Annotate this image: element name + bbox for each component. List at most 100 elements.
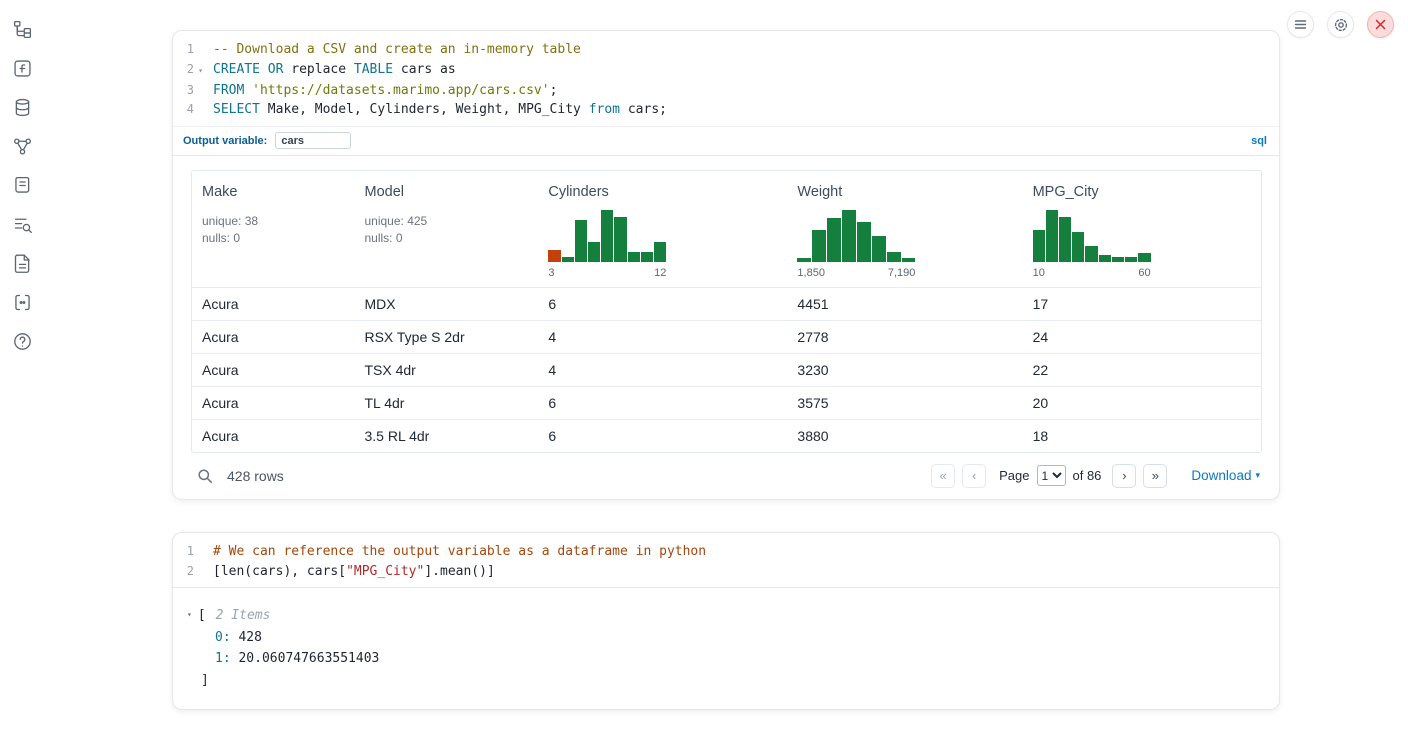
table-cell: 18 (1023, 419, 1261, 452)
column-header[interactable]: MPG_City 1060 (1023, 171, 1261, 288)
table-cell: 24 (1023, 320, 1261, 353)
column-name: Model (364, 184, 530, 200)
code-line: 3 FROM 'https://datasets.marimo.app/cars.… (173, 81, 1279, 101)
histogram-bar[interactable] (1085, 246, 1097, 262)
column-name: MPG_City (1033, 184, 1253, 200)
line-number: 3 (173, 81, 194, 101)
line-number: 4 (173, 100, 194, 120)
table-row[interactable]: AcuraTSX 4dr4323022 (192, 353, 1261, 386)
output-variable-input[interactable] (275, 132, 351, 149)
histogram-bar[interactable] (575, 220, 587, 262)
line-number: 1 (173, 542, 194, 562)
histogram-bars (797, 210, 915, 262)
search-button[interactable] (197, 468, 213, 484)
line-number: 1 (173, 40, 194, 60)
table-row[interactable]: AcuraMDX6445117 (192, 287, 1261, 320)
histogram-bar[interactable] (1138, 253, 1150, 262)
table-cell: 3230 (787, 353, 1022, 386)
shutdown-button[interactable] (1367, 11, 1394, 38)
language-badge: sql (1251, 135, 1267, 147)
histogram-bar[interactable] (1112, 257, 1124, 262)
histogram-axis-labels: 1060 (1033, 267, 1151, 279)
table-row[interactable]: AcuraTL 4dr6357520 (192, 386, 1261, 419)
table-cell: 4 (538, 353, 787, 386)
last-page-button[interactable]: » (1143, 464, 1167, 488)
code-text: FROM 'https://datasets.marimo.app/cars.c… (207, 81, 557, 101)
close-bracket: ] (187, 670, 1263, 692)
histogram-bar[interactable] (641, 252, 653, 262)
page-select[interactable]: 1 (1037, 465, 1066, 486)
histogram-bar[interactable] (812, 230, 826, 262)
histogram-bar[interactable] (827, 218, 841, 262)
documentation-icon[interactable] (9, 250, 35, 276)
dependencies-icon[interactable] (9, 133, 35, 159)
column-header[interactable]: Weight1,8507,190 (787, 171, 1022, 288)
table-cell: 3575 (787, 386, 1022, 419)
download-label: Download (1191, 468, 1251, 483)
next-page-button[interactable]: › (1112, 464, 1136, 488)
pagination: « ‹ Page 1 of 86 › » (931, 464, 1167, 488)
column-stats: unique: 38nulls: 0 (202, 213, 346, 247)
table-row[interactable]: AcuraRSX Type S 2dr4277824 (192, 320, 1261, 353)
histogram-bar[interactable] (601, 210, 613, 262)
python-cell: 1 # We can reference the output variable … (172, 532, 1280, 710)
help-icon[interactable] (9, 328, 35, 354)
sql-cell-footer: Output variable: sql (173, 126, 1279, 156)
outline-icon[interactable] (9, 172, 35, 198)
python-cell-output: ▾[2 Items0: 4281: 20.060747663551403] (173, 587, 1279, 709)
column-name: Weight (797, 184, 1014, 200)
table-cell: 17 (1023, 287, 1261, 320)
code-text: [len(cars), cars["MPG_City"].mean()] (207, 562, 495, 582)
snippets-icon[interactable] (9, 289, 35, 315)
histogram-bar[interactable] (1059, 217, 1071, 262)
histogram-bar[interactable] (654, 242, 666, 262)
code-line: 1-- Download a CSV and create an in-memo… (173, 40, 1279, 60)
download-button[interactable]: Download ▾ (1191, 468, 1260, 483)
column-header[interactable]: Makeunique: 38nulls: 0 (192, 171, 354, 288)
datasources-icon[interactable] (9, 94, 35, 120)
histogram-bar[interactable] (842, 210, 856, 262)
code-text: # We can reference the output variable a… (207, 542, 706, 562)
column-header[interactable]: Cylinders312 (538, 171, 787, 288)
histogram-bar[interactable] (887, 252, 901, 262)
column-name: Cylinders (548, 184, 779, 200)
settings-button[interactable] (1327, 11, 1354, 38)
first-page-button[interactable]: « (931, 464, 955, 488)
histogram-bar[interactable] (1072, 232, 1084, 262)
file-explorer-icon[interactable] (9, 16, 35, 42)
histogram-bar[interactable] (1046, 210, 1058, 262)
histogram-bar[interactable] (1099, 255, 1111, 262)
histogram-bar[interactable] (857, 222, 871, 262)
table-cell: 4451 (787, 287, 1022, 320)
fold-gutter (194, 100, 207, 120)
tree-root-row: ▾[2 Items (187, 604, 1263, 627)
histogram-bar[interactable] (548, 250, 560, 262)
fold-chevron-icon[interactable]: ▾ (194, 60, 207, 81)
histogram-bar[interactable] (562, 257, 574, 262)
variables-icon[interactable] (9, 55, 35, 81)
histogram-bar[interactable] (797, 258, 811, 262)
table-cell: Acura (192, 386, 354, 419)
table-cell: 3.5 RL 4dr (354, 419, 538, 452)
histogram-bar[interactable] (1125, 257, 1137, 262)
page-total-label: of 86 (1073, 468, 1102, 483)
column-header[interactable]: Modelunique: 425nulls: 0 (354, 171, 538, 288)
menu-button[interactable] (1287, 11, 1314, 38)
histogram-bar[interactable] (902, 258, 916, 262)
tree-collapse-icon[interactable]: ▾ (187, 610, 192, 619)
histogram-bar[interactable] (614, 217, 626, 262)
histogram-bar[interactable] (628, 252, 640, 262)
python-editor[interactable]: 1 # We can reference the output variable … (173, 533, 1279, 587)
histogram-bar[interactable] (872, 236, 886, 262)
table-row[interactable]: Acura3.5 RL 4dr6388018 (192, 419, 1261, 452)
prev-page-button[interactable]: ‹ (962, 464, 986, 488)
tree-item: 0: 428 (187, 627, 1263, 649)
last-page-icon: » (1152, 469, 1159, 482)
logs-icon[interactable] (9, 211, 35, 237)
table-cell: 3880 (787, 419, 1022, 452)
histogram-bar[interactable] (1033, 230, 1045, 262)
code-text: CREATE OR replace TABLE cars as (207, 60, 456, 81)
table-cell: 2778 (787, 320, 1022, 353)
sql-editor[interactable]: 1-- Download a CSV and create an in-memo… (173, 31, 1279, 126)
histogram-bar[interactable] (588, 242, 600, 262)
